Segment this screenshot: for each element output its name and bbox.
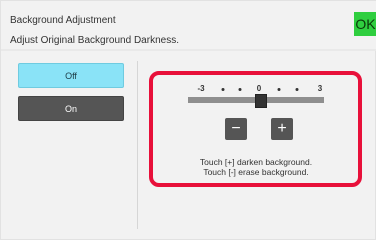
scale-dot <box>238 88 242 91</box>
on-button[interactable]: On <box>18 96 124 121</box>
off-button[interactable]: Off <box>18 63 124 88</box>
column-divider <box>137 61 138 229</box>
dialog-title: Background Adjustment <box>10 15 116 26</box>
dialog-header: Background Adjustment Adjust Original Ba… <box>1 1 376 49</box>
plus-button[interactable]: + <box>271 118 293 140</box>
ok-button[interactable]: OK <box>354 12 376 36</box>
help-line-erase: Touch [-] erase background. <box>203 167 309 177</box>
header-divider <box>1 49 376 51</box>
scale-mid-label: 0 <box>256 84 262 93</box>
help-text: Touch [+] darken background. Touch [-] e… <box>161 157 351 177</box>
help-line-darken: Touch [+] darken background. <box>199 157 313 167</box>
dialog-subtitle: Adjust Original Background Darkness. <box>10 35 179 46</box>
dialog-panel: Background Adjustment Adjust Original Ba… <box>0 0 376 240</box>
scale-max-label: 3 <box>317 84 323 93</box>
darkness-slider-thumb[interactable] <box>254 94 267 108</box>
scale-min-label: -3 <box>197 84 205 93</box>
minus-button[interactable]: − <box>225 118 247 140</box>
scale-dot <box>221 88 225 91</box>
option-column: Off On <box>11 57 137 233</box>
scale-dot <box>295 88 299 91</box>
scale-dot <box>277 88 281 91</box>
